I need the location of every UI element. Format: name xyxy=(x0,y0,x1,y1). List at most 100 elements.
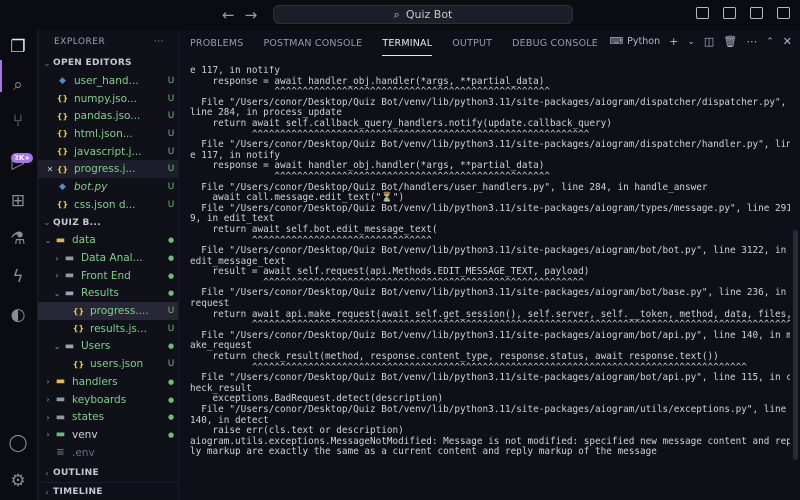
testing-icon[interactable]: ⚗ xyxy=(7,228,29,250)
terminal-shell-label: Python xyxy=(627,36,661,47)
customize-layout-icon[interactable] xyxy=(777,7,790,19)
tree-item-folder[interactable]: › ▬ Data Anal... ● xyxy=(38,249,178,267)
tree-item-folder[interactable]: › ▬ keyboards ● xyxy=(38,391,178,409)
file-tree: ⌄ ▬ data ● › ▬ Data Anal... ● › ▬ Front End ● ⌄ ▬ Resu… xyxy=(38,232,178,462)
tree-item-label: users.json xyxy=(90,358,144,371)
tree-item-label: progress.... xyxy=(90,305,149,318)
timeline-header[interactable]: › TIMELINE xyxy=(38,482,178,500)
open-editor-item[interactable]: ✕{} progress.j... U xyxy=(38,160,178,179)
tab-debug-console[interactable]: DEBUG CONSOLE xyxy=(512,30,598,56)
open-editor-item[interactable]: {} javascript.j... U xyxy=(38,143,178,161)
folder-icon: ▬ xyxy=(55,429,66,441)
maximize-panel-icon[interactable]: ⌃ xyxy=(766,37,774,47)
account-icon[interactable]: ◯ xyxy=(7,432,29,454)
modified-dot-icon: ● xyxy=(167,377,175,386)
tab-output[interactable]: OUTPUT xyxy=(452,30,492,56)
tree-item-json[interactable]: {} results.js... U xyxy=(38,320,178,338)
explorer-icon[interactable]: ❐ xyxy=(7,36,29,58)
folder-icon: ▬ xyxy=(64,252,75,264)
kill-terminal-icon[interactable]: 🗑 xyxy=(723,35,737,48)
more-actions-icon[interactable]: ··· xyxy=(154,37,164,47)
tree-item-folder[interactable]: › ▬ states ● xyxy=(38,408,178,426)
git-status-badge: U xyxy=(167,199,175,210)
tree-item-folder-open[interactable]: ⌄ ▬ Results ● xyxy=(38,285,178,303)
chevron-down-icon: ⌄ xyxy=(44,235,52,245)
tab-problems[interactable]: PROBLEMS xyxy=(190,30,243,56)
close-icon[interactable]: ✕ xyxy=(44,165,56,174)
git-status-badge: U xyxy=(167,359,175,370)
open-editors-header[interactable]: ⌄ OPEN EDITORS xyxy=(38,54,178,72)
settings-gear-icon[interactable]: ⚙ xyxy=(7,470,29,492)
open-editor-item[interactable]: {} numpy.jso... U xyxy=(38,90,178,108)
layout-controls xyxy=(696,7,790,19)
bottom-panel: PROBLEMS POSTMAN CONSOLE TERMINAL OUTPUT DEB… xyxy=(179,30,800,500)
open-editor-item[interactable]: ◆ bot.py U xyxy=(38,178,178,196)
open-editor-item[interactable]: {} css.json d... U xyxy=(38,196,178,214)
extensions-icon[interactable]: ⊞ xyxy=(7,190,29,212)
folder-icon: ▬ xyxy=(55,376,66,388)
open-editors-title: OPEN EDITORS xyxy=(53,58,132,68)
chevron-down-icon[interactable]: ⌄ xyxy=(687,37,695,47)
git-status-badge: U xyxy=(167,75,175,86)
terminal-line: ^^^^^^^^^^^^^^^^^^^^^^^^^^^^^^^^^^^^^^^^… xyxy=(190,170,551,182)
active-indicator xyxy=(0,60,2,92)
postman-icon[interactable]: ◐ xyxy=(7,304,29,326)
open-editor-item[interactable]: {} pandas.jso... U xyxy=(38,107,178,125)
toggle-sidebar-icon[interactable] xyxy=(696,7,709,19)
lightning-icon[interactable]: ϟ xyxy=(7,266,29,288)
outline-header[interactable]: › OUTLINE xyxy=(38,464,178,482)
tab-terminal[interactable]: TERMINAL xyxy=(382,30,433,56)
split-terminal-icon[interactable]: ◫ xyxy=(704,35,714,48)
modified-dot-icon: ● xyxy=(167,413,175,422)
tree-item-file[interactable]: ≡ .env xyxy=(38,444,178,462)
terminal-line: File "/Users/conor/Desktop/Quiz Bot/venv… xyxy=(190,202,790,214)
command-center[interactable]: ⌕ Quiz Bot xyxy=(273,5,573,24)
forward-arrow-icon[interactable]: → xyxy=(245,6,268,24)
toggle-panel-icon[interactable] xyxy=(723,7,736,19)
terminal-shell-selector[interactable]: ⌨ Python xyxy=(609,36,660,47)
tab-postman-console[interactable]: POSTMAN CONSOLE xyxy=(263,30,362,56)
search-icon[interactable]: ⌕ xyxy=(7,74,29,96)
open-editor-item[interactable]: ◆ user_hand... U xyxy=(38,72,178,90)
json-icon: {} xyxy=(56,94,69,104)
tree-item-label: handlers xyxy=(72,375,118,388)
json-icon: {} xyxy=(72,359,85,369)
toggle-secondary-sidebar-icon[interactable] xyxy=(750,7,763,19)
tree-item-folder-open[interactable]: ⌄ ▬ Users ● xyxy=(38,338,178,356)
json-icon: {} xyxy=(72,324,85,334)
tree-item-json[interactable]: {} progress.... U xyxy=(38,302,178,320)
git-status-badge: U xyxy=(167,146,175,157)
close-panel-icon[interactable]: ✕ xyxy=(783,35,792,48)
more-actions-icon[interactable]: ⋯ xyxy=(746,35,757,48)
terminal-scrollbar[interactable] xyxy=(793,230,798,460)
terminal-line: return await self.bot.edit_message_text( xyxy=(190,223,438,235)
chevron-right-icon: › xyxy=(45,468,49,478)
modified-dot-icon: ● xyxy=(167,271,175,280)
tree-item-label: Users xyxy=(81,340,111,353)
timeline-title: TIMELINE xyxy=(53,487,103,497)
run-debug-icon[interactable]: ▷ xyxy=(7,152,29,174)
workspace-header[interactable]: ⌄ QUIZ B... xyxy=(38,214,178,232)
command-center-label: Quiz Bot xyxy=(405,8,453,21)
terminal-line: File "/Users/conor/Desktop/Quiz Bot/venv… xyxy=(190,139,790,151)
folder-icon: ▬ xyxy=(55,394,66,406)
new-terminal-icon[interactable]: + xyxy=(669,35,678,48)
tree-item-json[interactable]: {} users.json U xyxy=(38,355,178,373)
tree-item-folder[interactable]: › ▬ venv ● xyxy=(38,426,178,444)
git-status-badge: U xyxy=(167,128,175,139)
tree-item-folder-open[interactable]: ⌄ ▬ data ● xyxy=(38,232,178,250)
tree-item-folder[interactable]: › ▬ Front End ● xyxy=(38,267,178,285)
folder-icon: ▬ xyxy=(64,287,75,299)
tree-item-label: states xyxy=(72,411,105,424)
explorer-header: EXPLORER ··· xyxy=(38,30,178,54)
tree-item-label: Data Anal... xyxy=(81,252,143,265)
terminal-output[interactable]: e 117, in notify response = await handle… xyxy=(190,66,790,498)
title-bar: ←→ ⌕ Quiz Bot xyxy=(0,0,800,31)
git-status-badge: U xyxy=(167,323,175,334)
back-arrow-icon[interactable]: ← xyxy=(222,6,245,24)
modified-dot-icon: ● xyxy=(167,430,175,439)
open-editor-item[interactable]: {} html.json... U xyxy=(38,125,178,143)
tree-item-folder[interactable]: › ▬ handlers ● xyxy=(38,373,178,391)
chevron-down-icon: ⌄ xyxy=(43,218,51,227)
source-control-icon[interactable]: ⑂ xyxy=(7,110,29,132)
